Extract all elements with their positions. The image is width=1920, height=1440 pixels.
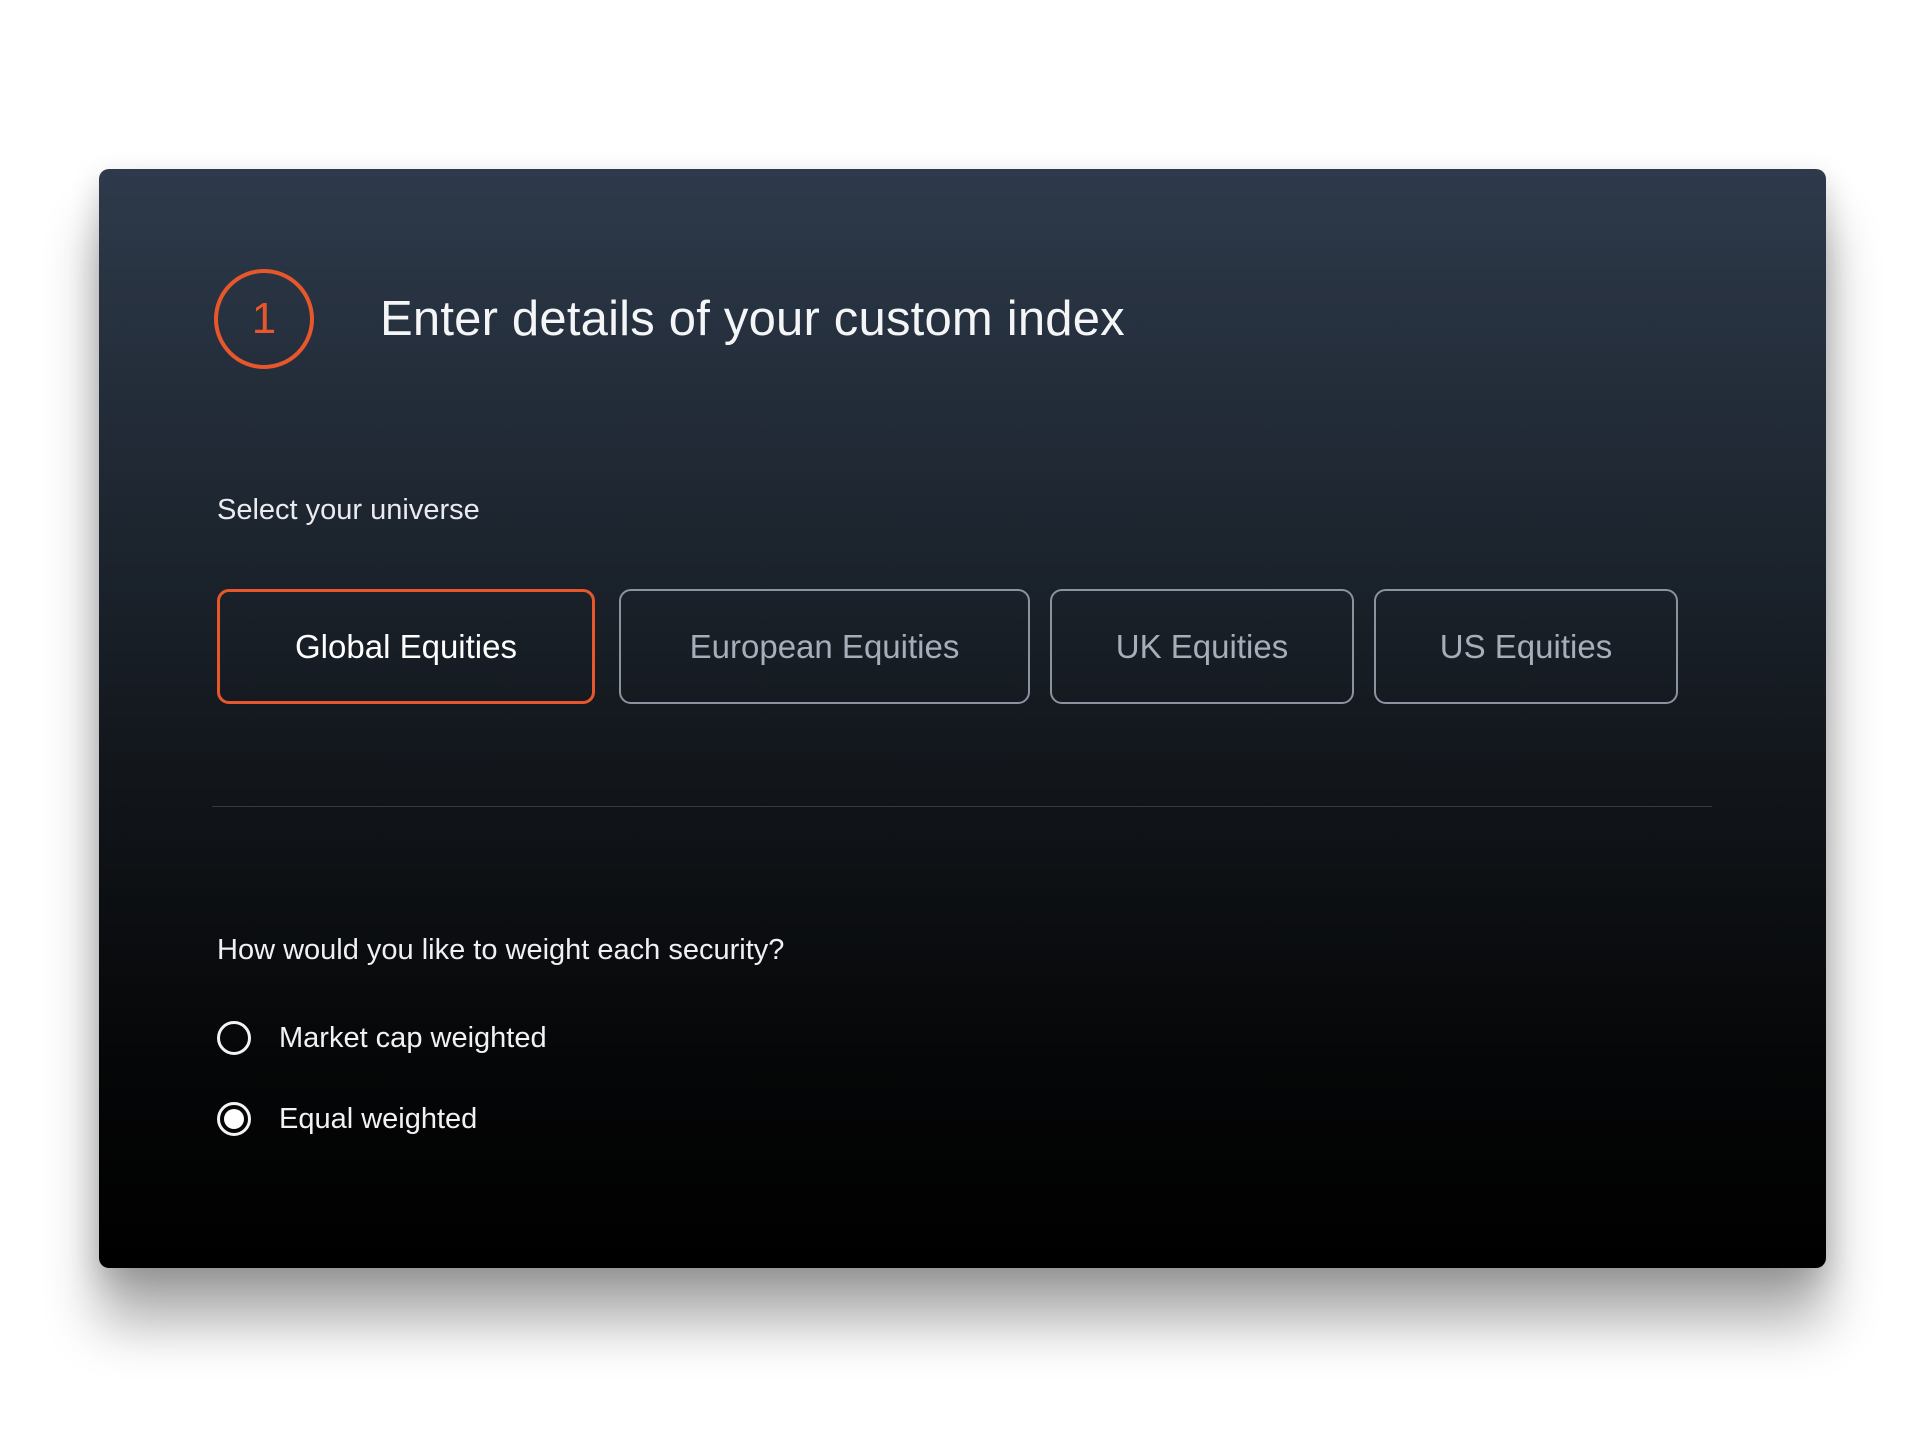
step-number: 1 — [251, 294, 277, 343]
radio-button-unchecked[interactable] — [217, 1021, 251, 1055]
section-divider — [212, 806, 1712, 807]
universe-option-european-equities[interactable]: European Equities — [619, 589, 1030, 704]
universe-option-label: Global Equities — [295, 627, 517, 665]
radio-option-market-cap-weighted[interactable]: Market cap weighted — [217, 1020, 547, 1056]
universe-option-label: US Equities — [1439, 627, 1613, 665]
radio-selected-dot — [224, 1109, 244, 1129]
universe-option-uk-equities[interactable]: UK Equities — [1050, 589, 1354, 704]
universe-option-us-equities[interactable]: US Equities — [1374, 589, 1678, 704]
weighting-label: How would you like to weight each securi… — [217, 934, 785, 966]
radio-button-checked[interactable] — [217, 1102, 251, 1136]
step-number-badge: 1 — [214, 269, 314, 369]
universe-option-global-equities[interactable]: Global Equities — [217, 589, 595, 704]
custom-index-card: 1 Enter details of your custom index Sel… — [99, 169, 1826, 1268]
universe-option-label: European Equities — [689, 627, 960, 665]
universe-option-label: UK Equities — [1115, 627, 1289, 665]
radio-option-label: Equal weighted — [279, 1103, 478, 1135]
step-title: Enter details of your custom index — [380, 292, 1125, 346]
universe-label: Select your universe — [217, 494, 480, 526]
radio-option-label: Market cap weighted — [279, 1022, 547, 1054]
radio-option-equal-weighted[interactable]: Equal weighted — [217, 1101, 477, 1137]
